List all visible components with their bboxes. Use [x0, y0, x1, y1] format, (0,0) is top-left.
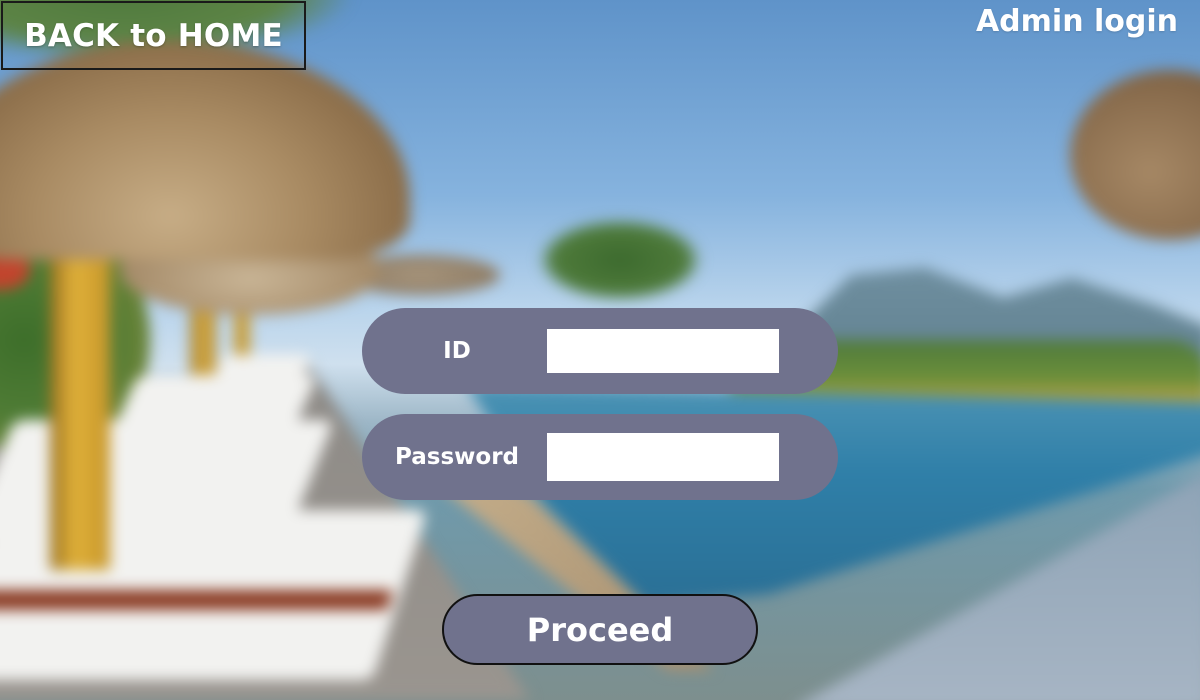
id-label: ID — [443, 338, 471, 364]
id-field-row: ID — [362, 308, 838, 394]
id-input[interactable] — [547, 329, 779, 373]
umbrella-near-shape — [0, 40, 410, 260]
umbrella-right-shape — [1070, 70, 1200, 240]
lounger-frame-shape — [0, 590, 394, 610]
umbrella-pole-shape — [50, 210, 110, 570]
back-to-home-button[interactable]: BACK to HOME — [1, 1, 306, 70]
page-title: Admin login — [975, 4, 1178, 39]
password-input[interactable] — [547, 433, 779, 481]
proceed-button[interactable]: Proceed — [442, 594, 758, 665]
password-field-row: Password — [362, 414, 838, 500]
tree-shape — [540, 220, 700, 300]
password-label: Password — [395, 444, 519, 470]
